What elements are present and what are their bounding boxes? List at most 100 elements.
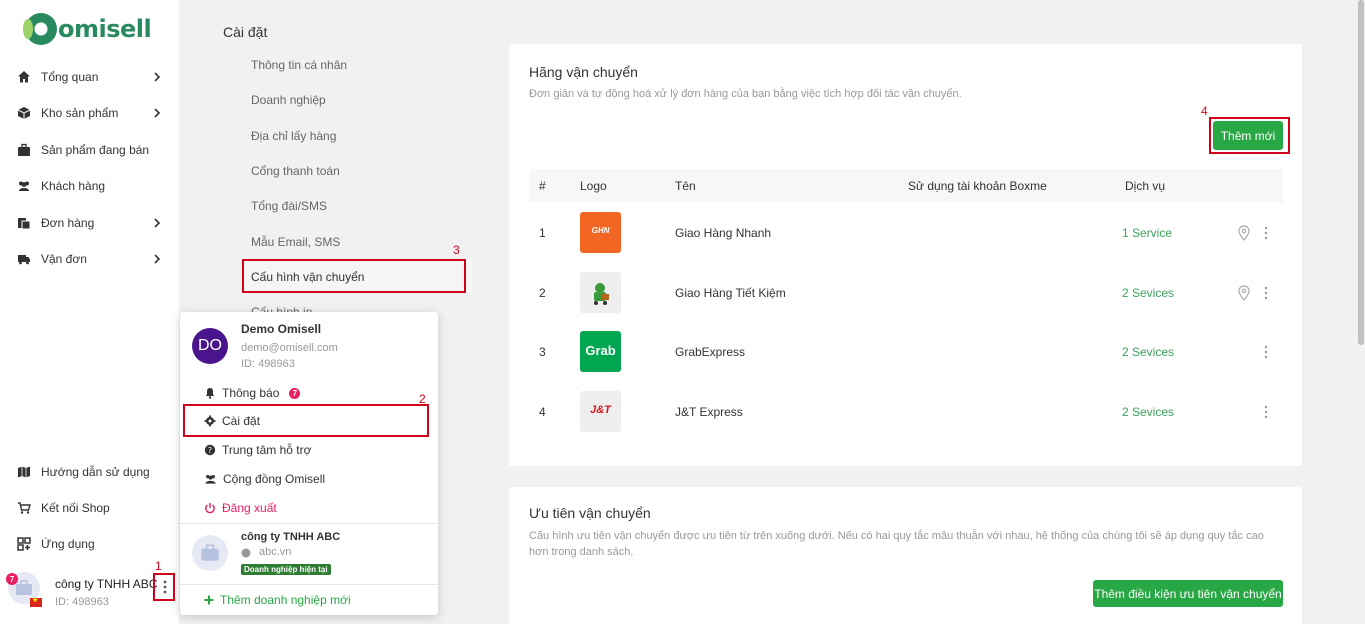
chevron-right-icon [154, 108, 161, 118]
settings-title: Cài đặt [223, 24, 268, 40]
users-icon [17, 179, 31, 193]
ghtk-logo [580, 272, 621, 313]
sidebar-item-label: Vận đơn [41, 252, 87, 266]
user-avatar: DO [192, 328, 228, 364]
sidebar-item-shipments[interactable]: Vận đơn [17, 247, 167, 271]
location-pin-icon[interactable] [1238, 285, 1250, 301]
vietnam-flag-icon [30, 596, 42, 607]
add-company-label: Thêm doanh nghiệp mới [220, 593, 351, 607]
current-company-tag: Doanh nghiệp hiện tại [241, 564, 331, 575]
sidebar-item-customers[interactable]: Khách hàng [17, 174, 167, 198]
settings-item-email-templates[interactable]: Mẫu Email, SMS [251, 235, 340, 249]
annotation-label-1: 1 [155, 559, 162, 573]
sidebar-item-orders[interactable]: Đơn hàng [17, 211, 167, 235]
sidebar-item-selling[interactable]: Sản phẩm đang bán [17, 138, 167, 162]
account-dropdown: DO Demo Omisell demo@omisell.com ID: 498… [180, 312, 438, 615]
grab-logo-text: Grab [585, 343, 616, 358]
company-name: công ty TNHH ABC [241, 531, 341, 543]
users-icon [205, 475, 216, 484]
priority-title: Ưu tiên vận chuyển [529, 505, 651, 521]
company-name: công ty TNHH ABC [55, 577, 158, 591]
column-header-service: Dịch vụ [1125, 179, 1166, 193]
orders-icon [17, 216, 31, 230]
globe-icon [241, 548, 251, 558]
annotation-label-2: 2 [419, 392, 426, 406]
sidebar-item-label: Kết nối Shop [41, 501, 110, 515]
page-scrollbar[interactable] [1357, 0, 1365, 624]
menu-divider [180, 584, 438, 585]
question-circle-icon: ? [204, 444, 216, 456]
row-number: 4 [539, 405, 546, 419]
row-more-icon[interactable] [1263, 226, 1269, 240]
user-email: demo@omisell.com [241, 342, 338, 354]
chevron-right-icon [154, 72, 161, 82]
menu-item-label: Cộng đồng Omisell [223, 472, 326, 486]
row-more-icon[interactable] [1263, 405, 1269, 419]
settings-item-sms[interactable]: Tổng đài/SMS [251, 199, 327, 213]
company-id: ID: 498963 [55, 596, 109, 608]
truck-icon [17, 252, 31, 266]
add-priority-rule-button[interactable]: Thêm điều kiện ưu tiên vận chuyển [1093, 580, 1283, 607]
menu-item-label: Thông báo [222, 386, 280, 400]
box-icon [17, 106, 31, 120]
menu-item-community[interactable]: Cộng đồng Omisell [204, 472, 325, 486]
menu-item-support[interactable]: ? Trung tâm hỗ trợ [204, 443, 311, 457]
sidebar-item-guide[interactable]: Hướng dẫn sử dụng [17, 460, 167, 484]
annotation-box-3 [242, 259, 466, 293]
carrier-name: GrabExpress [675, 345, 746, 359]
brand-name: omisell [58, 15, 152, 43]
menu-item-notifications[interactable]: Thông báo 7 [204, 386, 301, 400]
briefcase-icon [17, 143, 31, 157]
row-number: 2 [539, 286, 546, 300]
sidebar-item-label: Khách hàng [41, 179, 106, 193]
company-website: abc.vn [259, 546, 292, 558]
menu-divider [180, 523, 438, 524]
carrier-name: Giao Hàng Nhanh [675, 226, 772, 240]
company-avatar [192, 535, 228, 571]
table-row: 4 J&T J&T Express 2 Sevices [530, 381, 1283, 441]
carrier-services-link[interactable]: 1 Service [1122, 226, 1172, 240]
settings-item-business[interactable]: Doanh nghiệp [251, 93, 326, 107]
table-row: 3 Grab GrabExpress 2 Sevices [530, 321, 1283, 381]
location-pin-icon[interactable] [1238, 225, 1250, 241]
menu-item-logout[interactable]: Đăng xuất [204, 501, 277, 515]
column-header-number: # [539, 179, 546, 193]
ghn-logo: GHN [580, 212, 621, 253]
grab-logo: Grab [580, 331, 621, 372]
settings-item-payment-gateway[interactable]: Cổng thanh toán [251, 164, 340, 178]
carriers-card: Hãng vận chuyển Đơn giản và tự động hoá … [509, 44, 1302, 466]
sidebar-item-apps[interactable]: Ứng dụng [17, 532, 167, 556]
bell-icon [205, 388, 215, 399]
sidebar-item-label: Sản phẩm đang bán [41, 143, 150, 157]
carrier-services-link[interactable]: 2 Sevices [1122, 286, 1174, 300]
settings-item-personal[interactable]: Thông tin cá nhân [251, 58, 347, 72]
sidebar-item-label: Đơn hàng [41, 216, 95, 230]
row-more-icon[interactable] [1263, 286, 1269, 300]
sidebar-item-products[interactable]: Kho sản phẩm [17, 101, 167, 125]
row-more-icon[interactable] [1263, 345, 1269, 359]
user-id: ID: 498963 [241, 358, 295, 370]
home-icon [17, 70, 31, 84]
sidebar-item-overview[interactable]: Tổng quan [17, 65, 167, 89]
carrier-name: J&T Express [675, 405, 743, 419]
sidebar-item-label: Ứng dụng [41, 537, 95, 551]
scrollbar-thumb[interactable] [1358, 0, 1364, 345]
carriers-description: Đơn giản và tự động hoá xử lý đơn hàng c… [529, 88, 962, 100]
add-company-button[interactable]: Thêm doanh nghiệp mới [204, 593, 351, 607]
svg-text:?: ? [208, 446, 212, 455]
chevron-right-icon [154, 254, 161, 264]
omisell-logo[interactable]: omisell [23, 12, 152, 46]
priority-card: Ưu tiên vận chuyển Cấu hình ưu tiên vận … [509, 487, 1302, 624]
menu-item-label: Trung tâm hỗ trợ [222, 443, 312, 457]
carrier-services-link[interactable]: 2 Sevices [1122, 405, 1174, 419]
settings-item-pickup-address[interactable]: Địa chỉ lấy hàng [251, 129, 336, 143]
column-header-boxme-account: Sử dụng tài khoản Boxme [908, 179, 1047, 193]
plus-icon [204, 595, 214, 605]
sidebar-item-connect-shop[interactable]: Kết nối Shop [17, 496, 167, 520]
annotation-box-2 [183, 404, 429, 437]
carrier-services-link[interactable]: 2 Sevices [1122, 345, 1174, 359]
map-icon [17, 465, 31, 479]
carriers-table-header: # Logo Tên Sử dụng tài khoản Boxme Dịch … [530, 169, 1283, 202]
sidebar: omisell Tổng quan Kho sản phẩm Sản phẩm … [0, 0, 179, 624]
carriers-title: Hãng vận chuyển [529, 64, 638, 80]
